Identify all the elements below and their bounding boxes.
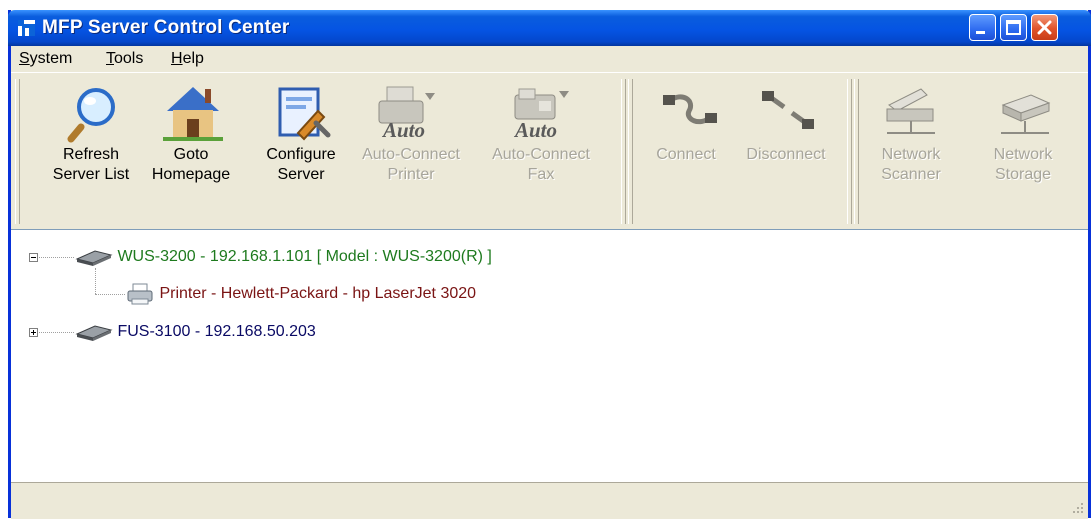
title-bar[interactable]: MFP Server Control Center: [8, 10, 1091, 46]
tree-connector: [95, 268, 97, 294]
toolbar-grip[interactable]: [15, 79, 20, 224]
maximize-icon: [1006, 20, 1021, 35]
magnifier-icon: [67, 88, 115, 143]
close-icon: [1037, 20, 1052, 35]
configure-icon: [278, 87, 331, 141]
tree-item-server-wus3200[interactable]: WUS-3200 - 192.168.1.101 [ Model : WUS-3…: [73, 246, 492, 268]
menu-bar: System Tools Help: [11, 46, 1088, 72]
app-logo-icon: [18, 20, 35, 36]
tree-connector: [34, 257, 74, 259]
menu-system-mnemonic: S: [19, 50, 30, 67]
status-bar: [11, 482, 1088, 519]
server-fus3100-label: FUS-3100 - 192.168.50.203: [117, 323, 316, 340]
printer-label: Printer - Hewlett-Packard - hp LaserJet …: [159, 285, 477, 303]
auto-badge-printer: Auto: [381, 118, 425, 142]
storage-label: Network Storage: [993, 146, 1053, 183]
network-storage-button[interactable]: Network Storage: [983, 81, 1063, 185]
connect-label: Connect: [656, 146, 716, 163]
refresh-label: Refresh Server List: [52, 146, 130, 183]
minimize-icon: [976, 31, 985, 34]
printer-icon: [127, 283, 153, 305]
menu-tools[interactable]: Tools: [106, 50, 143, 68]
tree-item-server-fus3100[interactable]: FUS-3100 - 192.168.50.203: [73, 321, 316, 343]
server-tree: WUS-3200 - 192.168.1.101 [ Model : WUS-3…: [11, 229, 1088, 482]
tree-connector: [95, 294, 125, 296]
server-wus3200-label: WUS-3200 - 192.168.1.101 [ Model : WUS-3…: [117, 248, 492, 265]
auto-connect-fax-button[interactable]: Auto Auto-Connect Fax: [481, 81, 601, 185]
disconnect-icon: [762, 91, 814, 129]
toolbar-grip[interactable]: [628, 79, 633, 224]
server-device-icon: [75, 250, 113, 266]
storage-icon: [1001, 94, 1051, 134]
configure-label: Configure Server: [266, 146, 336, 183]
auto-printer-label: Auto-Connect Printer: [362, 146, 460, 183]
menu-help-mnemonic: H: [171, 50, 183, 67]
menu-help[interactable]: Help: [171, 50, 204, 68]
refresh-server-list-button[interactable]: Refresh Server List: [41, 81, 141, 185]
tree-item-printer[interactable]: Printer - Hewlett-Packard - hp LaserJet …: [125, 283, 476, 305]
auto-fax-icon: Auto: [513, 88, 569, 142]
minimize-button[interactable]: [969, 14, 996, 41]
home-icon: [163, 87, 223, 141]
toolbar-separator: [621, 79, 626, 224]
goto-label: Goto Homepage: [151, 146, 231, 183]
resize-grip-icon[interactable]: [1070, 501, 1084, 515]
connect-icon: [663, 94, 717, 125]
scanner-label: Network Scanner: [881, 146, 941, 183]
server-device-icon: [75, 325, 113, 341]
configure-server-button[interactable]: Configure Server: [256, 81, 346, 185]
auto-badge-fax: Auto: [513, 118, 557, 142]
expand-toggle[interactable]: [29, 328, 38, 337]
menu-tools-mnemonic: T: [106, 50, 114, 67]
app-window: MFP Server Control Center System Tools H…: [8, 10, 1091, 519]
auto-connect-printer-button[interactable]: Auto Auto-Connect Printer: [351, 81, 471, 185]
tree-connector: [34, 332, 74, 334]
toolbar-grip[interactable]: [854, 79, 859, 224]
close-button[interactable]: [1031, 14, 1058, 41]
goto-homepage-button[interactable]: Goto Homepage: [151, 81, 231, 185]
scanner-icon: [886, 88, 935, 134]
menu-help-label: elp: [182, 50, 204, 67]
collapse-toggle[interactable]: [29, 253, 38, 262]
disconnect-label: Disconnect: [746, 146, 826, 163]
menu-tools-label: ools: [114, 50, 144, 67]
toolbar-separator: [847, 79, 852, 224]
menu-system-label: ystem: [29, 50, 73, 67]
connect-button[interactable]: Connect: [641, 81, 731, 165]
maximize-button[interactable]: [1000, 14, 1027, 41]
network-scanner-button[interactable]: Network Scanner: [871, 81, 951, 185]
menu-system[interactable]: System: [19, 50, 72, 68]
window-title: MFP Server Control Center: [42, 17, 290, 38]
disconnect-button[interactable]: Disconnect: [736, 81, 836, 165]
auto-printer-icon: Auto: [378, 86, 435, 142]
auto-fax-label: Auto-Connect Fax: [492, 146, 590, 183]
toolbar: Refresh Server List Goto Homepage Config…: [11, 72, 1088, 230]
